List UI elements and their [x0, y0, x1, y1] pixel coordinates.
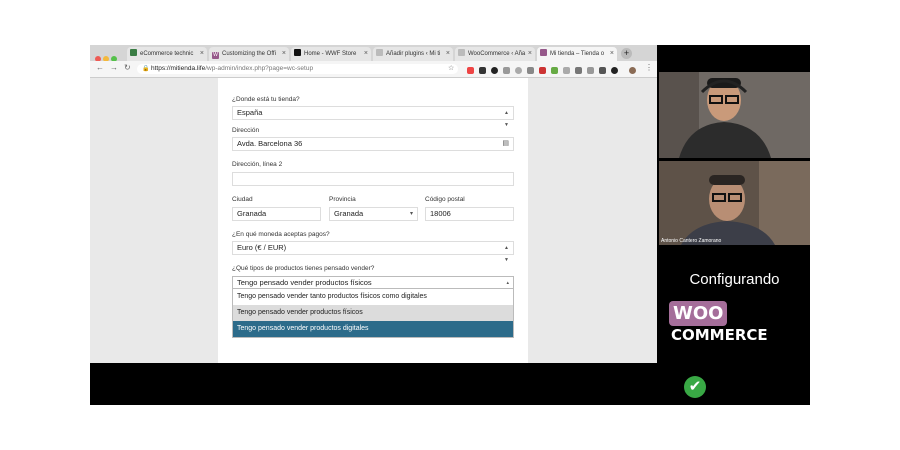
tab-label: Home - WWF Store [304, 51, 357, 57]
postcode-input[interactable]: 18006 [425, 207, 514, 221]
extension-icon[interactable] [575, 67, 582, 74]
tab-woocommerce[interactable]: WooCommerce ‹ Aña × [455, 47, 535, 61]
product-type-option[interactable]: Tengo pensado vender productos físicos [233, 305, 513, 321]
close-icon[interactable]: × [200, 47, 204, 61]
extension-icon[interactable] [587, 67, 594, 74]
close-icon[interactable]: × [610, 47, 614, 61]
doc-icon [458, 49, 465, 56]
city-value: Granada [237, 209, 267, 218]
menu-icon[interactable]: ⋮ [645, 63, 653, 72]
close-icon[interactable]: × [528, 47, 532, 61]
tab-bar: eCommerce technic × W Customizing the Offi… [90, 45, 657, 62]
reload-icon[interactable]: ↻ [124, 63, 131, 72]
tab-label: Añadir plugins ‹ Mi ti [386, 51, 441, 57]
extension-icon[interactable] [467, 67, 474, 74]
participant-image [659, 161, 810, 245]
extension-icon[interactable] [539, 67, 546, 74]
bookmark-star-icon[interactable]: ☆ [448, 64, 454, 72]
city-input[interactable]: Granada [232, 207, 321, 221]
province-select[interactable]: Granada ▾ [329, 207, 418, 221]
product-type-option[interactable]: Tengo pensado vender tanto productos fís… [233, 289, 513, 305]
extension-icon[interactable] [563, 67, 570, 74]
product-type-dropdown: Tengo pensado vender tanto productos fís… [232, 288, 514, 338]
woo-icon: W [212, 52, 219, 59]
webcam-feed-2: Antonio Cantero Zamorano [659, 161, 810, 245]
extension-icon[interactable] [515, 67, 522, 74]
presenter-image [659, 72, 810, 158]
extension-icon[interactable] [527, 67, 534, 74]
logo-woo: WOO [669, 301, 728, 326]
close-icon[interactable]: × [364, 47, 368, 61]
woo-icon [540, 49, 547, 56]
profile-avatar[interactable] [629, 67, 636, 74]
page-content: ¿Donde está tu tienda? España ▲ ▼ Direcció… [90, 78, 657, 363]
currency-label: ¿En qué moneda aceptas pagos? [232, 231, 330, 238]
currency-select[interactable]: Euro (€ / EUR) ▲ ▼ [232, 241, 514, 263]
autofill-icon[interactable]: ▤ [502, 138, 509, 150]
tab-customizing[interactable]: W Customizing the Offi × [209, 47, 289, 61]
url-path: /wp-admin/index.php?page=wc-setup [205, 65, 314, 72]
close-icon[interactable]: × [282, 47, 286, 61]
address-value: Avda. Barcelona 36 [237, 139, 303, 148]
address2-label: Dirección, línea 2 [232, 161, 283, 168]
extension-icon[interactable] [599, 67, 606, 74]
chevron-down-icon: ▲ ▼ [504, 110, 509, 128]
extension-icon[interactable] [503, 67, 510, 74]
back-icon[interactable]: ← [96, 63, 104, 72]
tab-label: WooCommerce ‹ Aña [468, 51, 526, 57]
tab-add-plugins[interactable]: Añadir plugins ‹ Mi ti × [373, 47, 453, 61]
webcam-feed-1 [659, 72, 810, 158]
woo-icon [130, 49, 137, 56]
panda-icon [294, 49, 301, 56]
store-location-value: España [237, 108, 263, 117]
address2-input[interactable] [232, 172, 514, 186]
forward-icon[interactable]: → [110, 63, 118, 72]
browser-toolbar: ← → ↻ 🔒 https://mitienda.life/wp-admin/i… [90, 61, 657, 78]
extension-icon[interactable] [479, 67, 486, 74]
close-icon[interactable]: × [446, 47, 450, 61]
tab-ecommerce[interactable]: eCommerce technic × [127, 47, 207, 61]
currency-value: Euro (€ / EUR) [237, 243, 287, 252]
setup-form-card: ¿Donde está tu tienda? España ▲ ▼ Direcció… [218, 78, 528, 363]
tab-label: Customizing the Offi [222, 51, 276, 57]
extension-icon[interactable] [551, 67, 558, 74]
video-frame: eCommerce technic × W Customizing the Offi… [90, 45, 810, 405]
extension-icon[interactable] [491, 67, 498, 74]
tab-label: eCommerce technic [140, 51, 194, 57]
province-label: Provincia [329, 196, 356, 203]
address-label: Dirección [232, 127, 260, 134]
checkmark-icon: ✔ [684, 376, 706, 398]
store-location-select[interactable]: España ▲ ▼ [232, 106, 514, 128]
postcode-value: 18006 [430, 209, 451, 218]
lock-icon: 🔒 [142, 66, 150, 72]
extension-icon[interactable] [611, 67, 618, 74]
store-location-label: ¿Donde está tu tienda? [232, 96, 300, 103]
product-type-label: ¿Qué tipos de productos tienes pensado v… [232, 265, 375, 272]
tab-wwf-store[interactable]: Home - WWF Store × [291, 47, 371, 61]
chevron-down-icon: ▲ ▼ [504, 245, 509, 263]
woocommerce-logo: WOOCOMMERCE [669, 301, 810, 344]
participant-name: Antonio Cantero Zamorano [661, 238, 722, 244]
chevron-down-icon: ▾ [409, 211, 413, 217]
doc-icon [376, 49, 383, 56]
address-bar[interactable]: 🔒 https://mitienda.life/wp-admin/index.p… [137, 64, 458, 74]
city-label: Ciudad [232, 196, 253, 203]
url-host: https://mitienda.life [151, 65, 206, 72]
postcode-label: Código postal [425, 196, 465, 203]
tab-label: Mi tienda – Tienda o [550, 51, 605, 57]
configuring-title: Configurando [689, 271, 780, 288]
product-type-value: Tengo pensado vender productos físicos [237, 278, 372, 287]
product-type-option[interactable]: Tengo pensado vender productos digitales [233, 321, 513, 337]
address-input[interactable]: Avda. Barcelona 36 ▤ [232, 137, 514, 151]
tab-mi-tienda[interactable]: Mi tienda – Tienda o × [537, 47, 617, 61]
logo-commerce: COMMERCE [671, 326, 768, 344]
browser-window: eCommerce technic × W Customizing the Offi… [90, 45, 657, 363]
province-value: Granada [334, 209, 364, 218]
new-tab-button[interactable]: + [621, 48, 632, 59]
